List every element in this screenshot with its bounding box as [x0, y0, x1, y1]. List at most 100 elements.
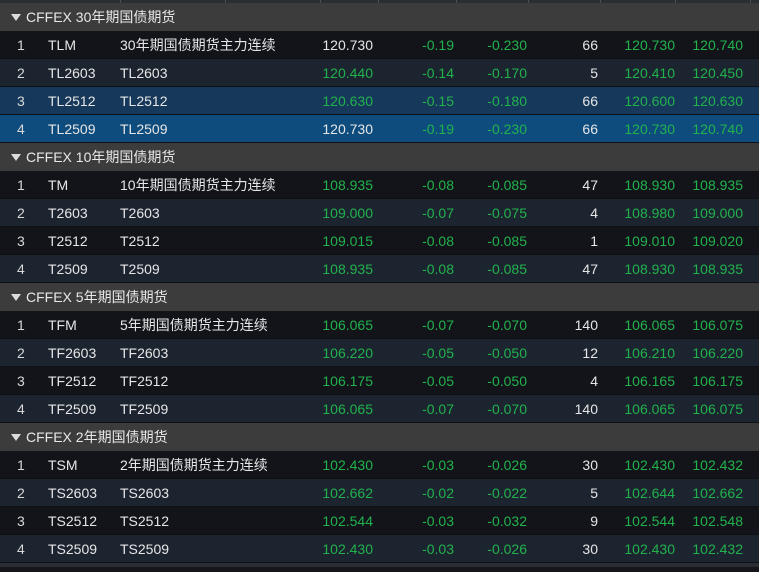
table-row[interactable]: 1 TSM 2年期国债期货主力连续 102.430 -0.03 -0.026 30 102.4… — [0, 451, 759, 479]
change-percent: -0.026 — [487, 457, 527, 473]
table-row[interactable]: 2 TL2603 TL2603 120.440 -0.14 -0.170 5 120.410 1… — [0, 59, 759, 87]
table-row[interactable]: 1 TM 10年期国债期货主力连续 108.935 -0.08 -0.085 47 108.9… — [0, 171, 759, 199]
table-row[interactable]: 3 TL2512 TL2512 120.630 -0.15 -0.180 66 120.600… — [0, 87, 759, 115]
last-price: 106.220 — [322, 345, 373, 361]
volume: 140 — [574, 317, 598, 333]
table-row[interactable]: 3 T2512 T2512 109.015 -0.08 -0.085 1 109.010 109… — [0, 227, 759, 255]
bid-price: 120.410 — [624, 65, 675, 81]
table-row[interactable]: 3 TF2512 TF2512 106.175 -0.05 -0.050 4 106.165 1… — [0, 367, 759, 395]
price-change: -0.03 — [422, 457, 454, 473]
contract-code: TS2512 — [48, 513, 98, 529]
collapse-caret-icon[interactable] — [11, 434, 21, 441]
row-index: 1 — [17, 457, 25, 473]
collapse-caret-icon[interactable] — [11, 294, 21, 301]
price-change: -0.07 — [422, 317, 454, 333]
change-percent: -0.230 — [487, 121, 527, 137]
last-price: 102.430 — [322, 541, 373, 557]
last-price: 102.662 — [322, 485, 373, 501]
change-percent: -0.075 — [487, 205, 527, 221]
last-price: 106.065 — [322, 317, 373, 333]
contract-code: TL2512 — [48, 93, 96, 109]
contract-code: T2512 — [48, 233, 88, 249]
table-row[interactable]: 1 TLM 30年期国债期货主力连续 120.730 -0.19 -0.230 66 120.… — [0, 31, 759, 59]
contract-name: TL2509 — [120, 121, 168, 137]
change-percent: -0.070 — [487, 317, 527, 333]
price-change: -0.08 — [422, 233, 454, 249]
contract-code: TFM — [48, 317, 77, 333]
ask-price: 102.432 — [692, 541, 743, 557]
table-row[interactable]: 4 TS2509 TS2509 102.430 -0.03 -0.026 30 102.430… — [0, 535, 759, 563]
group-title: CFFEX 2年期国债期货 — [26, 429, 168, 445]
change-percent: -0.026 — [487, 541, 527, 557]
last-price: 106.065 — [322, 401, 373, 417]
bid-price: 106.065 — [624, 401, 675, 417]
contract-name: TF2509 — [120, 401, 169, 417]
table-row[interactable]: 1 TFM 5年期国债期货主力连续 106.065 -0.07 -0.070 140 106.… — [0, 311, 759, 339]
change-percent: -0.085 — [487, 177, 527, 193]
volume: 66 — [582, 121, 598, 137]
row-index: 3 — [17, 373, 25, 389]
last-price: 120.730 — [322, 37, 373, 53]
table-row[interactable]: 4 TL2509 TL2509 120.730 -0.19 -0.230 66 120.730… — [0, 115, 759, 143]
group-header[interactable]: CFFEX 2年期国债期货 — [0, 423, 759, 451]
table-row[interactable]: 4 TF2509 TF2509 106.065 -0.07 -0.070 140 106.06… — [0, 395, 759, 423]
change-percent: -0.032 — [487, 513, 527, 529]
contract-name: 2年期国债期货主力连续 — [120, 457, 268, 473]
last-price: 120.730 — [322, 121, 373, 137]
row-index: 1 — [17, 37, 25, 53]
change-percent: -0.050 — [487, 373, 527, 389]
contract-code: TS2603 — [48, 485, 98, 501]
row-index: 2 — [17, 345, 25, 361]
contract-name: 5年期国债期货主力连续 — [120, 317, 268, 333]
bid-price: 120.730 — [624, 121, 675, 137]
ask-price: 102.432 — [692, 457, 743, 473]
row-index: 4 — [17, 261, 25, 277]
volume: 5 — [590, 485, 598, 501]
table-row[interactable]: 4 T2509 T2509 108.935 -0.08 -0.085 47 108.930 10… — [0, 255, 759, 283]
group-title: CFFEX 10年期国债期货 — [26, 149, 176, 165]
bid-price: 102.430 — [624, 541, 675, 557]
volume: 30 — [582, 457, 598, 473]
ask-price: 108.935 — [692, 261, 743, 277]
volume: 66 — [582, 93, 598, 109]
volume: 12 — [582, 345, 598, 361]
group-header[interactable]: CFFEX 30年期国债期货 — [0, 3, 759, 31]
collapse-caret-icon[interactable] — [11, 14, 21, 21]
last-price: 108.935 — [322, 177, 373, 193]
contract-code: TF2603 — [48, 345, 97, 361]
price-change: -0.14 — [422, 65, 454, 81]
group-header[interactable]: CFFEX 10年期国债期货 — [0, 143, 759, 171]
change-percent: -0.085 — [487, 233, 527, 249]
bid-price: 102.430 — [624, 457, 675, 473]
contract-name: T2603 — [120, 205, 160, 221]
row-index: 3 — [17, 513, 25, 529]
row-index: 4 — [17, 121, 25, 137]
table-row[interactable]: 2 TF2603 TF2603 106.220 -0.05 -0.050 12 106.210… — [0, 339, 759, 367]
last-price: 106.175 — [322, 373, 373, 389]
bid-price: 108.930 — [624, 177, 675, 193]
table-row[interactable]: 3 TS2512 TS2512 102.544 -0.03 -0.032 9 102.544 1… — [0, 507, 759, 535]
table-row[interactable]: 2 T2603 T2603 109.000 -0.07 -0.075 4 108.980 109… — [0, 199, 759, 227]
price-change: -0.03 — [422, 513, 454, 529]
quote-grid: CFFEX 30年期国债期货 1 TLM 30年期国债期货主力连续 120.730 -0.… — [0, 0, 759, 572]
table-row[interactable]: 2 TS2603 TS2603 102.662 -0.02 -0.022 5 102.644 1… — [0, 479, 759, 507]
group-header[interactable]: CFFEX 5年期国债期货 — [0, 283, 759, 311]
bid-price: 120.600 — [624, 93, 675, 109]
contract-code: T2603 — [48, 205, 88, 221]
change-percent: -0.022 — [487, 485, 527, 501]
price-change: -0.07 — [422, 401, 454, 417]
group-list: CFFEX 30年期国债期货 1 TLM 30年期国债期货主力连续 120.730 -0.… — [0, 3, 759, 563]
column-header-strip — [0, 0, 759, 3]
collapse-caret-icon[interactable] — [11, 154, 21, 161]
volume: 5 — [590, 65, 598, 81]
bid-price: 102.544 — [624, 513, 675, 529]
ask-price: 120.630 — [692, 93, 743, 109]
contract-name: TF2603 — [120, 345, 169, 361]
bottom-scroll-edge — [0, 563, 759, 567]
bid-price: 108.980 — [624, 205, 675, 221]
ask-price: 109.020 — [692, 233, 743, 249]
price-change: -0.05 — [422, 345, 454, 361]
volume: 4 — [590, 205, 598, 221]
group-title: CFFEX 5年期国债期货 — [26, 289, 168, 305]
volume: 47 — [582, 261, 598, 277]
